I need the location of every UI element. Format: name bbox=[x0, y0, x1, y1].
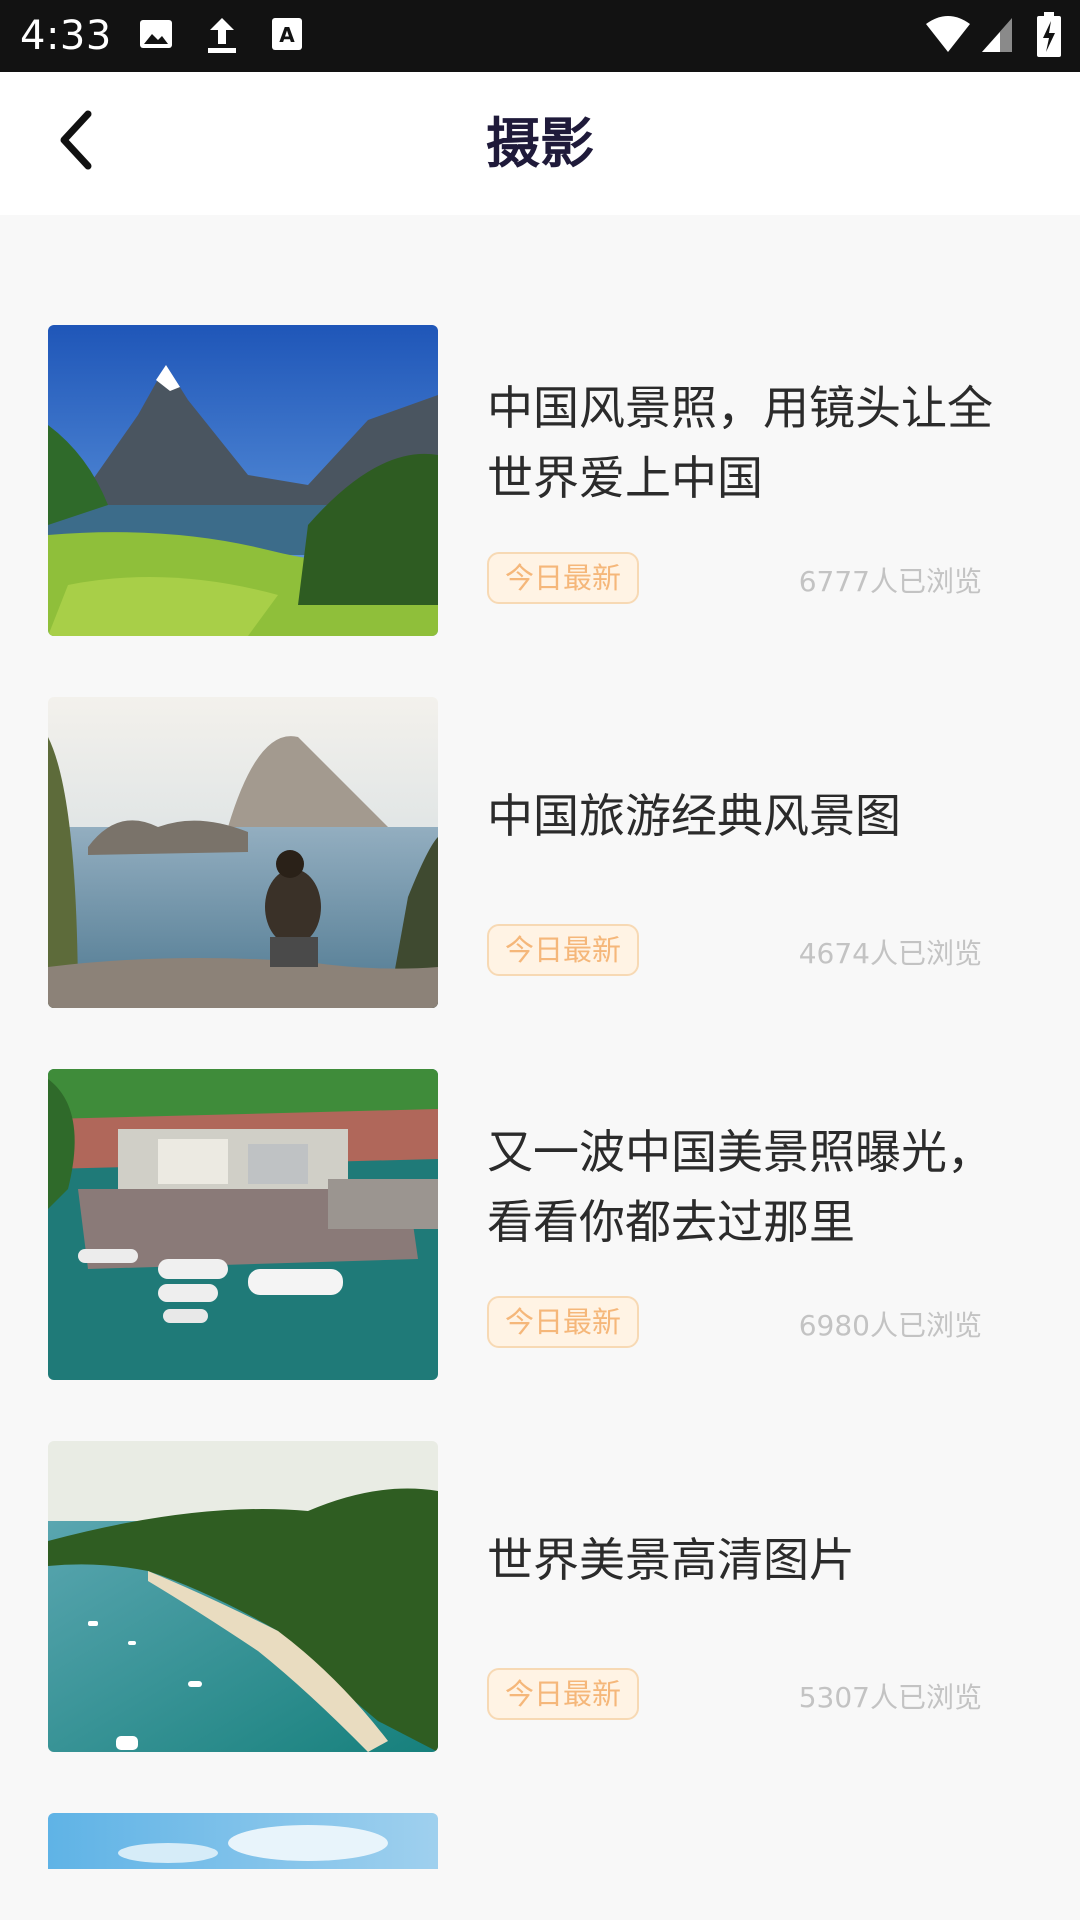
article-title: 中国旅游经典风景图 bbox=[487, 789, 901, 843]
image-icon bbox=[138, 16, 174, 56]
article-title: 又一波中国美景照曝光，看看你都去过那里 bbox=[487, 1125, 993, 1249]
article-title: 世界美景高清图片 bbox=[487, 1533, 855, 1587]
article-thumbnail bbox=[48, 1441, 438, 1752]
new-badge: 今日最新 bbox=[487, 1296, 639, 1348]
article-card-partial[interactable] bbox=[0, 1813, 1080, 1869]
back-button[interactable] bbox=[36, 102, 116, 182]
article-card[interactable]: 又一波中国美景照曝光，看看你都去过那里 今日最新 6980人已浏览 bbox=[0, 1069, 1080, 1381]
page-title: 摄影 bbox=[486, 112, 594, 175]
article-thumbnail bbox=[48, 697, 438, 1008]
view-count: 6980人已浏览 bbox=[798, 1309, 982, 1342]
view-count: 5307人已浏览 bbox=[798, 1681, 982, 1714]
battery-charging-icon bbox=[1036, 12, 1062, 62]
status-time: 4:33 bbox=[20, 13, 112, 59]
new-badge: 今日最新 bbox=[487, 1668, 639, 1720]
article-card[interactable]: 中国旅游经典风景图 今日最新 4674人已浏览 bbox=[0, 697, 1080, 1009]
new-badge: 今日最新 bbox=[487, 924, 639, 976]
article-thumbnail bbox=[48, 1813, 438, 1869]
keyboard-a-icon: A bbox=[270, 16, 304, 56]
article-card[interactable]: 世界美景高清图片 今日最新 5307人已浏览 bbox=[0, 1441, 1080, 1753]
status-bar: 4:33 A bbox=[0, 0, 1080, 72]
upload-icon bbox=[204, 16, 240, 60]
view-count: 6777人已浏览 bbox=[798, 565, 982, 598]
cell-signal-icon bbox=[980, 16, 1014, 58]
article-card[interactable]: 中国风景照，用镜头让全世界爱上中国 今日最新 6777人已浏览 bbox=[0, 325, 1080, 637]
article-thumbnail bbox=[48, 325, 438, 636]
article-title: 中国风景照，用镜头让全世界爱上中国 bbox=[487, 381, 993, 505]
article-thumbnail bbox=[48, 1069, 438, 1380]
new-badge: 今日最新 bbox=[487, 552, 639, 604]
view-count: 4674人已浏览 bbox=[798, 937, 982, 970]
wifi-icon bbox=[924, 14, 972, 58]
svg-text:A: A bbox=[279, 23, 295, 47]
chevron-left-icon bbox=[56, 108, 96, 176]
header: 摄影 bbox=[0, 72, 1080, 215]
